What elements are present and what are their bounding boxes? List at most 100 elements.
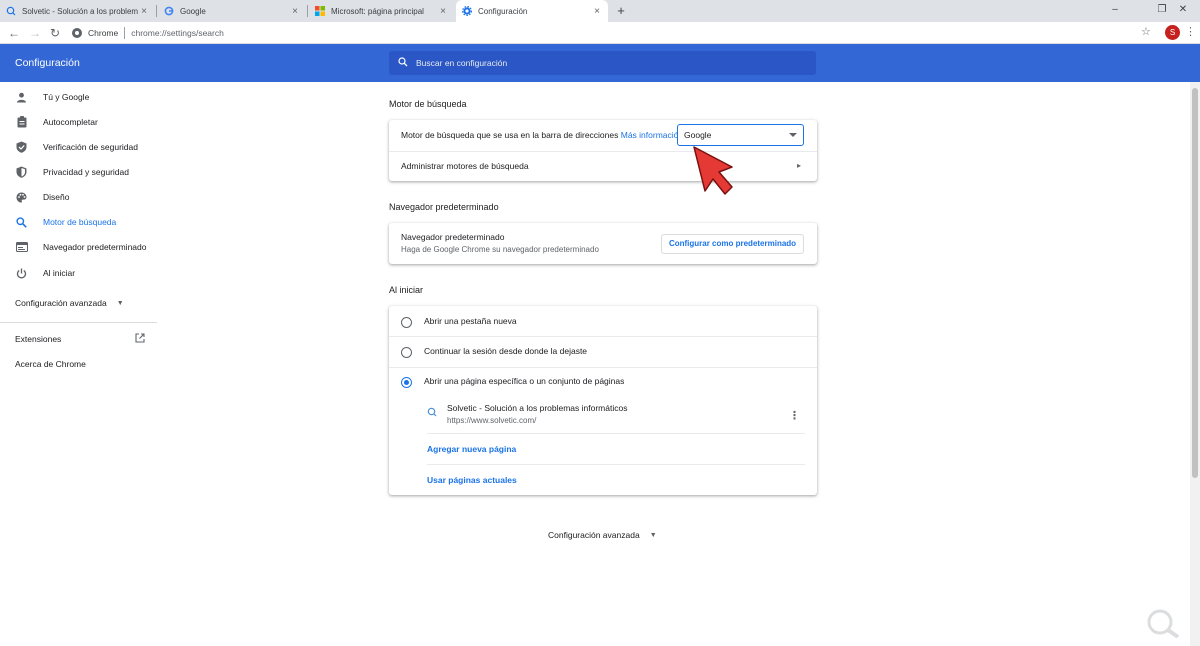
sidebar-item-autocompletar[interactable]: Autocompletar: [0, 110, 157, 134]
tab-solvetic[interactable]: Solvetic - Solución a los problem ×: [0, 0, 155, 22]
close-icon[interactable]: ×: [290, 6, 300, 17]
radio-label-specific: Abrir una página específica o un conjunt…: [424, 376, 625, 386]
new-tab-icon[interactable]: +: [612, 2, 630, 20]
address-divider: [124, 27, 126, 39]
default-browser-title: Navegador predeterminado: [401, 232, 505, 242]
minimize-icon[interactable]: –: [1098, 0, 1132, 22]
close-icon[interactable]: ×: [139, 6, 149, 17]
browser-icon: [15, 241, 28, 254]
tab-divider: [156, 5, 157, 17]
sidebar-item-label: Privacidad y seguridad: [43, 167, 129, 177]
radio-specific-pages[interactable]: [401, 377, 412, 388]
url-text: chrome://settings/search: [131, 28, 224, 38]
tab-title: Microsoft: página principal: [331, 6, 424, 16]
sidebar-item-label: Al iniciar: [43, 268, 76, 278]
row-divider: [427, 433, 805, 434]
radio-continue-session[interactable]: [401, 347, 412, 358]
red-arrow-pointer-icon: [693, 146, 733, 195]
sidebar-item-label: Navegador predeterminado: [43, 242, 147, 252]
sidebar-item-tu-y-google[interactable]: Tú y Google: [0, 85, 157, 109]
bookmark-star-icon[interactable]: ☆: [1141, 25, 1151, 38]
use-current-pages-link[interactable]: Usar páginas actuales: [427, 475, 517, 485]
search-engine-card: Motor de búsqueda que se usa en la barra…: [389, 120, 817, 181]
sidebar-divider: [0, 322, 157, 323]
browser-toolbar: ← → ↻ Chrome chrome://settings/search ☆: [0, 22, 1200, 44]
row-divider: [389, 151, 817, 152]
sidebar-item-label: Diseño: [43, 192, 70, 202]
solvetic-icon: [427, 407, 437, 419]
radio-label-new-tab: Abrir una pestaña nueva: [424, 316, 517, 326]
caret-down-icon: ▼: [116, 299, 124, 307]
make-default-button[interactable]: Configurar como predeterminado: [661, 234, 804, 254]
solvetic-watermark-icon: [1147, 609, 1180, 638]
advanced-settings-label: Configuración avanzada: [548, 530, 640, 540]
tab-title: Configuración: [478, 6, 528, 16]
tab-strip: Solvetic - Solución a los problem × Goog…: [0, 0, 1200, 22]
search-input[interactable]: [416, 58, 796, 68]
sidebar-item-diseno[interactable]: Diseño: [0, 185, 157, 209]
search-engine-selected: Google: [684, 130, 712, 140]
person-icon: [15, 91, 28, 104]
sidebar-advanced-label: Configuración avanzada: [15, 298, 107, 308]
search-engine-label-text: Motor de búsqueda que se usa en la barra…: [401, 130, 619, 140]
close-icon[interactable]: ×: [438, 6, 448, 17]
scrollbar[interactable]: [1190, 82, 1200, 646]
dropdown-arrow-icon: [789, 133, 797, 137]
chevron-right-icon[interactable]: ▸: [797, 161, 801, 170]
microsoft-icon: [315, 6, 325, 16]
shield-check-icon: [15, 141, 28, 154]
tab-title: Google: [180, 6, 206, 16]
sidebar-link-extensiones[interactable]: Extensiones: [15, 334, 61, 344]
default-browser-subtitle: Haga de Google Chrome su navegador prede…: [401, 245, 599, 254]
back-arrow-icon[interactable]: ←: [6, 25, 22, 41]
address-bar[interactable]: Chrome chrome://settings/search: [72, 25, 224, 41]
row-divider: [427, 464, 805, 465]
sidebar: Tú y Google Autocompletar Verificación d…: [0, 82, 157, 646]
sidebar-item-label: Motor de búsqueda: [43, 217, 117, 227]
close-icon[interactable]: ×: [592, 6, 602, 17]
manage-search-engines[interactable]: Administrar motores de búsqueda: [401, 161, 529, 171]
on-startup-card: Abrir una pestaña nueva Continuar la ses…: [389, 306, 817, 495]
sidebar-advanced-toggle[interactable]: Configuración avanzada ▼: [15, 298, 124, 308]
more-actions-icon[interactable]: ⋮: [789, 409, 800, 422]
chrome-icon: [72, 28, 82, 38]
gear-icon: [462, 6, 472, 16]
scrollbar-thumb[interactable]: [1192, 88, 1198, 478]
sidebar-item-label: Autocompletar: [43, 117, 98, 127]
page-title: Configuración: [15, 57, 80, 69]
more-info-link[interactable]: Más información: [621, 130, 683, 140]
section-title-default-browser: Navegador predeterminado: [389, 202, 499, 212]
search-icon: [398, 57, 408, 69]
google-icon: [164, 6, 174, 16]
open-in-new-icon[interactable]: [135, 333, 145, 345]
settings-header: Configuración: [0, 44, 1200, 82]
avatar[interactable]: S: [1165, 25, 1180, 40]
sidebar-link-acerca[interactable]: Acerca de Chrome: [15, 359, 86, 369]
forward-arrow-icon[interactable]: →: [27, 25, 43, 41]
settings-search[interactable]: [389, 51, 816, 75]
default-browser-card: Navegador predeterminado Haga de Google …: [389, 223, 817, 264]
sidebar-item-al-iniciar[interactable]: Al iniciar: [0, 261, 157, 285]
sidebar-item-label: Tú y Google: [43, 92, 90, 102]
add-page-link[interactable]: Agregar nueva página: [427, 444, 516, 454]
clipboard-icon: [15, 116, 28, 129]
search-icon: [15, 216, 28, 229]
tab-configuracion[interactable]: Configuración ×: [456, 0, 608, 22]
tab-divider: [307, 5, 308, 17]
caret-down-icon: ▼: [649, 531, 657, 539]
sidebar-item-navegador[interactable]: Navegador predeterminado: [0, 235, 157, 259]
tab-google[interactable]: Google ×: [158, 0, 306, 22]
more-menu-icon[interactable]: ⋮: [1185, 25, 1196, 40]
close-window-icon[interactable]: ✕: [1166, 0, 1200, 22]
radio-new-tab[interactable]: [401, 317, 412, 328]
advanced-settings-toggle[interactable]: Configuración avanzada ▼: [548, 530, 657, 540]
startup-page-url: https://www.solvetic.com/: [447, 416, 537, 425]
sidebar-item-privacidad[interactable]: Privacidad y seguridad: [0, 160, 157, 184]
reload-icon[interactable]: ↻: [47, 25, 63, 41]
tab-microsoft[interactable]: Microsoft: página principal ×: [309, 0, 454, 22]
section-title-search-engine: Motor de búsqueda: [389, 99, 467, 109]
sidebar-item-motor-busqueda[interactable]: Motor de búsqueda: [0, 210, 157, 234]
sidebar-item-verificacion[interactable]: Verificación de seguridad: [0, 135, 157, 159]
palette-icon: [15, 191, 28, 204]
sidebar-item-label: Verificación de seguridad: [43, 142, 138, 152]
